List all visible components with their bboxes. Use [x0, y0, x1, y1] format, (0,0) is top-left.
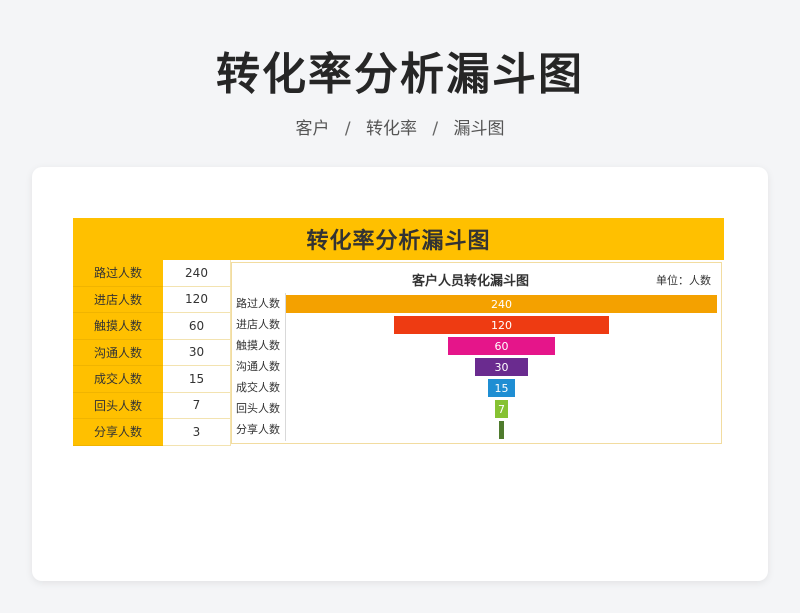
table-cell-label[interactable]: 分享人数	[73, 419, 163, 446]
table-row: 成交人数 15	[73, 366, 231, 393]
table-row: 分享人数 3	[73, 419, 231, 446]
table-cell-label[interactable]: 回头人数	[73, 392, 163, 419]
table-cell-label[interactable]: 触摸人数	[73, 313, 163, 340]
table-cell-label[interactable]: 进店人数	[73, 286, 163, 313]
funnel-bar[interactable]: 120	[393, 316, 610, 334]
data-label: 240	[491, 297, 512, 311]
table-cell-value[interactable]: 15	[163, 366, 231, 393]
category-label: 分享人数	[236, 423, 280, 436]
category-label: 回头人数	[236, 402, 280, 415]
funnel-chart[interactable]: 客户人员转化漏斗图 单位：人数 路过人数 240 进店人数 120 触摸人数 60 沟通人数…	[231, 262, 722, 444]
breadcrumb-item-funnel[interactable]: 漏斗图	[454, 119, 505, 139]
table-cell-label[interactable]: 成交人数	[73, 366, 163, 393]
funnel-bar[interactable]: 15	[488, 379, 515, 397]
data-label: 60	[494, 339, 509, 353]
category-label: 触摸人数	[236, 339, 280, 352]
funnel-bar[interactable]: 60	[447, 337, 556, 355]
funnel-bar[interactable]	[498, 421, 505, 439]
table-cell-label[interactable]: 路过人数	[73, 260, 163, 287]
table-cell-value[interactable]: 30	[163, 339, 231, 366]
chart-title: 客户人员转化漏斗图	[412, 274, 530, 289]
funnel-bar[interactable]: 7	[495, 400, 508, 418]
table-cell-value[interactable]: 7	[163, 392, 231, 419]
table-row: 进店人数 120	[73, 286, 231, 313]
category-label: 沟通人数	[236, 360, 280, 373]
data-label: 7	[497, 402, 505, 416]
sheet-title: 转化率分析漏斗图	[73, 218, 724, 260]
breadcrumb-item-conversion[interactable]: 转化率	[366, 119, 417, 139]
category-label: 路过人数	[236, 297, 280, 310]
category-label: 进店人数	[236, 318, 280, 331]
data-table: 路过人数 240 进店人数 120 触摸人数 60 沟通人数 30 成交人数 1…	[73, 260, 231, 446]
table-cell-value[interactable]: 240	[163, 260, 231, 287]
breadcrumb-separator: /	[432, 119, 439, 139]
table-row: 触摸人数 60	[73, 313, 231, 340]
data-label: 15	[494, 381, 509, 395]
breadcrumb: 客户 / 转化率 / 漏斗图	[0, 114, 800, 139]
data-label: 30	[494, 360, 509, 374]
chart-unit-label: 单位：人数	[656, 274, 711, 287]
funnel-bar[interactable]: 30	[474, 358, 529, 376]
table-cell-value[interactable]: 120	[163, 286, 231, 313]
funnel-bar[interactable]: 240	[286, 295, 717, 313]
page-title: 转化率分析漏斗图	[216, 49, 584, 100]
table-cell-value[interactable]: 3	[163, 419, 231, 446]
table-cell-label[interactable]: 沟通人数	[73, 339, 163, 366]
category-label: 成交人数	[236, 381, 280, 394]
table-row: 沟通人数 30	[73, 339, 231, 366]
table-cell-value[interactable]: 60	[163, 313, 231, 340]
breadcrumb-item-customer[interactable]: 客户	[295, 119, 329, 139]
breadcrumb-separator: /	[344, 119, 351, 139]
data-label: 120	[491, 318, 512, 332]
table-row: 回头人数 7	[73, 392, 231, 419]
table-row: 路过人数 240	[73, 260, 231, 287]
